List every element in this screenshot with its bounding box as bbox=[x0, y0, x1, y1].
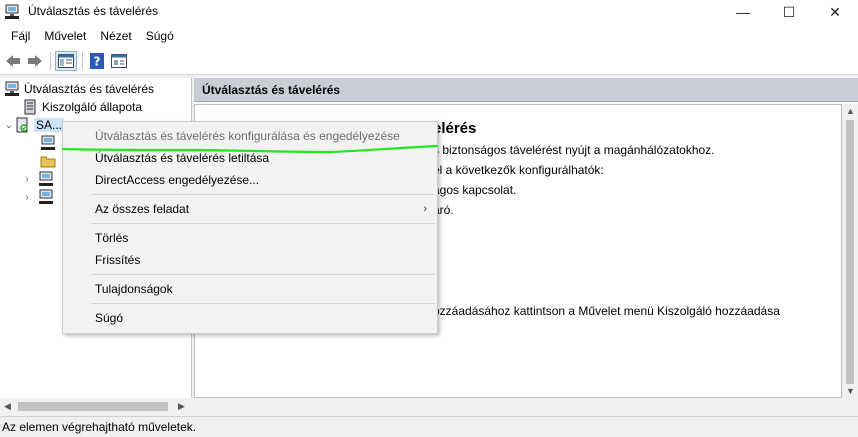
menu-item-delete[interactable]: Törlés bbox=[63, 227, 437, 249]
tree-label: Útválasztás és távelérés bbox=[24, 82, 155, 96]
menu-item-help[interactable]: Súgó bbox=[63, 307, 437, 329]
menu-item-refresh[interactable]: Frissítés bbox=[63, 249, 437, 271]
content-text: ozzáadásához kattintson a Művelet menü K… bbox=[433, 304, 780, 318]
menu-item-disable[interactable]: Útválasztás és távelérés letiltása bbox=[63, 147, 437, 169]
svg-text:?: ? bbox=[94, 55, 101, 69]
menu-item-properties[interactable]: Tulajdonságok bbox=[63, 278, 437, 300]
tree-item-server-status[interactable]: Kiszolgáló állapota bbox=[22, 98, 142, 116]
routing-app-icon bbox=[5, 4, 19, 19]
ipv4-icon bbox=[39, 171, 53, 186]
chevron-right-icon[interactable]: › bbox=[22, 192, 32, 203]
chevron-down-icon[interactable]: ⌄ bbox=[4, 120, 14, 131]
forward-icon bbox=[28, 55, 42, 67]
tree-item-child[interactable]: › bbox=[22, 188, 54, 206]
tree-label: SA... bbox=[34, 118, 65, 132]
menu-file[interactable]: Fájl bbox=[4, 29, 37, 43]
maximize-button[interactable]: ☐ bbox=[766, 0, 812, 24]
toolbar-separator bbox=[82, 52, 83, 70]
scroll-down-icon[interactable]: ▼ bbox=[846, 386, 855, 396]
menu-help[interactable]: Súgó bbox=[139, 29, 181, 43]
help-button[interactable]: ? bbox=[86, 51, 108, 71]
back-icon bbox=[6, 55, 20, 67]
tree-item-child[interactable]: › bbox=[22, 170, 54, 188]
tree-item-server[interactable]: ⌄ SA... bbox=[4, 116, 65, 134]
minimize-button[interactable]: — bbox=[720, 0, 766, 24]
tree-item-child[interactable] bbox=[40, 152, 56, 170]
back-button[interactable] bbox=[2, 51, 24, 71]
ipv6-icon bbox=[39, 189, 53, 204]
content-text: el a következők konfigurálhatók: bbox=[433, 163, 604, 177]
network-interfaces-icon bbox=[41, 135, 55, 150]
toolbar-separator bbox=[50, 52, 51, 70]
scroll-thumb[interactable] bbox=[18, 402, 168, 411]
context-menu: Útválasztás és távelérés konfigurálása é… bbox=[62, 121, 438, 334]
forward-button[interactable] bbox=[24, 51, 46, 71]
server-status-icon bbox=[24, 99, 36, 115]
chevron-right-icon: › bbox=[423, 203, 427, 215]
status-text: Az elemen végrehajtható műveletek. bbox=[2, 420, 197, 434]
scroll-thumb[interactable] bbox=[846, 120, 854, 384]
tree-horizontal-scrollbar[interactable]: ◀ ▶ bbox=[0, 398, 192, 415]
menu-separator bbox=[91, 194, 435, 195]
close-button[interactable]: ✕ bbox=[812, 0, 858, 24]
content-heading: elérés bbox=[433, 120, 477, 137]
content-text: ágos kapcsolat. bbox=[433, 183, 517, 197]
pane-vertical-scrollbar[interactable]: ▲ ▼ bbox=[842, 104, 858, 398]
content-text: s biztonságos távelérést nyújt a magánhá… bbox=[433, 143, 715, 157]
show-hide-tree-icon bbox=[58, 54, 74, 68]
scroll-right-icon[interactable]: ▶ bbox=[178, 401, 185, 412]
menu-item-enable-directaccess[interactable]: DirectAccess engedélyezése... bbox=[63, 169, 437, 191]
properties-button[interactable] bbox=[108, 51, 130, 71]
title-bar: Útválasztás és távelérés — ☐ ✕ bbox=[0, 0, 858, 24]
menu-separator bbox=[91, 223, 435, 224]
pane-header: Útválasztás és távelérés bbox=[194, 78, 858, 102]
routing-root-icon bbox=[5, 81, 19, 96]
menu-view[interactable]: Nézet bbox=[93, 29, 138, 43]
menu-item-all-tasks[interactable]: Az összes feladat › bbox=[63, 198, 437, 220]
tree-item-child[interactable] bbox=[40, 134, 56, 152]
server-icon bbox=[16, 117, 28, 133]
help-icon: ? bbox=[90, 53, 104, 69]
tree-label: Kiszolgáló állapota bbox=[42, 100, 143, 114]
tree-item-root[interactable]: Útválasztás és távelérés bbox=[4, 80, 154, 98]
menu-action[interactable]: Művelet bbox=[37, 29, 93, 43]
properties-icon bbox=[111, 54, 127, 68]
status-bar: Az elemen végrehajtható műveletek. bbox=[0, 416, 858, 437]
window-title: Útválasztás és távelérés bbox=[28, 4, 159, 18]
menu-separator bbox=[91, 303, 435, 304]
scroll-up-icon[interactable]: ▲ bbox=[846, 106, 855, 116]
menu-separator bbox=[91, 274, 435, 275]
menu-item-configure-enable[interactable]: Útválasztás és távelérés konfigurálása é… bbox=[63, 125, 437, 147]
scroll-left-icon[interactable]: ◀ bbox=[4, 401, 11, 412]
show-hide-tree-button[interactable] bbox=[55, 51, 77, 71]
menu-bar: Fájl Művelet Nézet Súgó bbox=[0, 24, 858, 48]
chevron-right-icon[interactable]: › bbox=[22, 174, 32, 185]
folder-icon bbox=[40, 156, 56, 168]
toolbar: ? bbox=[0, 48, 858, 75]
